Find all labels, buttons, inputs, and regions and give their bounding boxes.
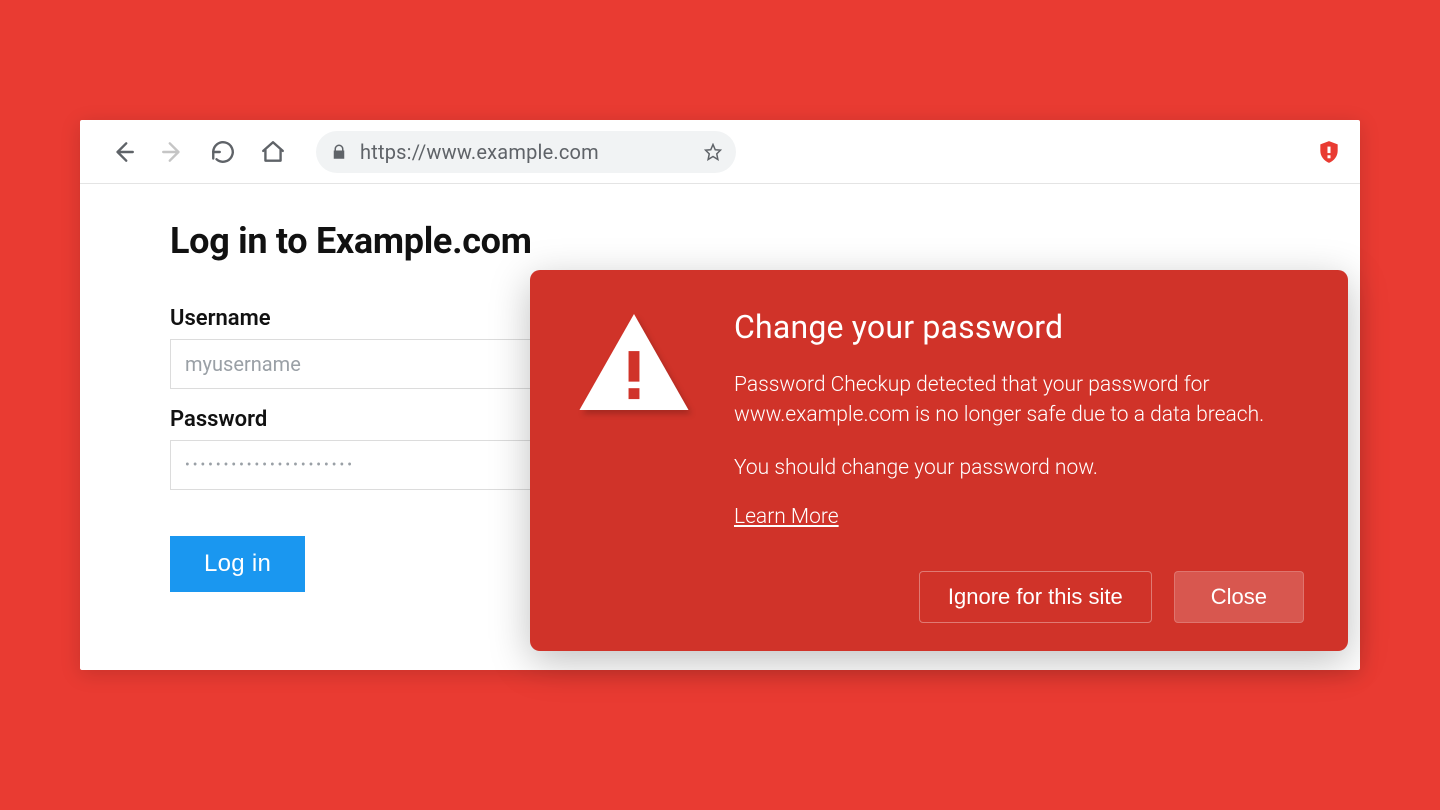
reload-icon[interactable] [210, 139, 236, 165]
back-icon[interactable] [110, 139, 136, 165]
alert-actions: Ignore for this site Close [574, 571, 1304, 623]
alert-body: Change your password Password Checkup de… [574, 308, 1304, 529]
password-value: •••••••••••••••••••••• [185, 457, 355, 473]
address-bar[interactable]: https://www.example.com [316, 131, 736, 173]
url-text: https://www.example.com [360, 140, 692, 164]
password-input[interactable]: •••••••••••••••••••••• [170, 440, 590, 490]
username-value: myusername [185, 352, 301, 376]
close-button[interactable]: Close [1174, 571, 1304, 623]
alert-message-2: You should change your password now. [734, 453, 1304, 483]
home-icon[interactable] [260, 139, 286, 165]
page-title: Log in to Example.com [170, 220, 1270, 262]
password-checkup-extension-icon[interactable] [1316, 139, 1342, 165]
warning-triangle-icon [574, 308, 694, 529]
password-alert-dialog: Change your password Password Checkup de… [530, 270, 1348, 651]
login-button[interactable]: Log in [170, 536, 305, 592]
star-icon[interactable] [704, 143, 722, 161]
alert-message-1: Password Checkup detected that your pass… [734, 370, 1304, 431]
alert-text: Change your password Password Checkup de… [734, 308, 1304, 529]
ignore-button[interactable]: Ignore for this site [919, 571, 1152, 623]
forward-icon[interactable] [160, 139, 186, 165]
learn-more-link[interactable]: Learn More [734, 505, 839, 529]
username-input[interactable]: myusername [170, 339, 590, 389]
alert-title: Change your password [734, 308, 1304, 346]
browser-toolbar: https://www.example.com [80, 120, 1360, 184]
lock-icon [330, 143, 348, 161]
